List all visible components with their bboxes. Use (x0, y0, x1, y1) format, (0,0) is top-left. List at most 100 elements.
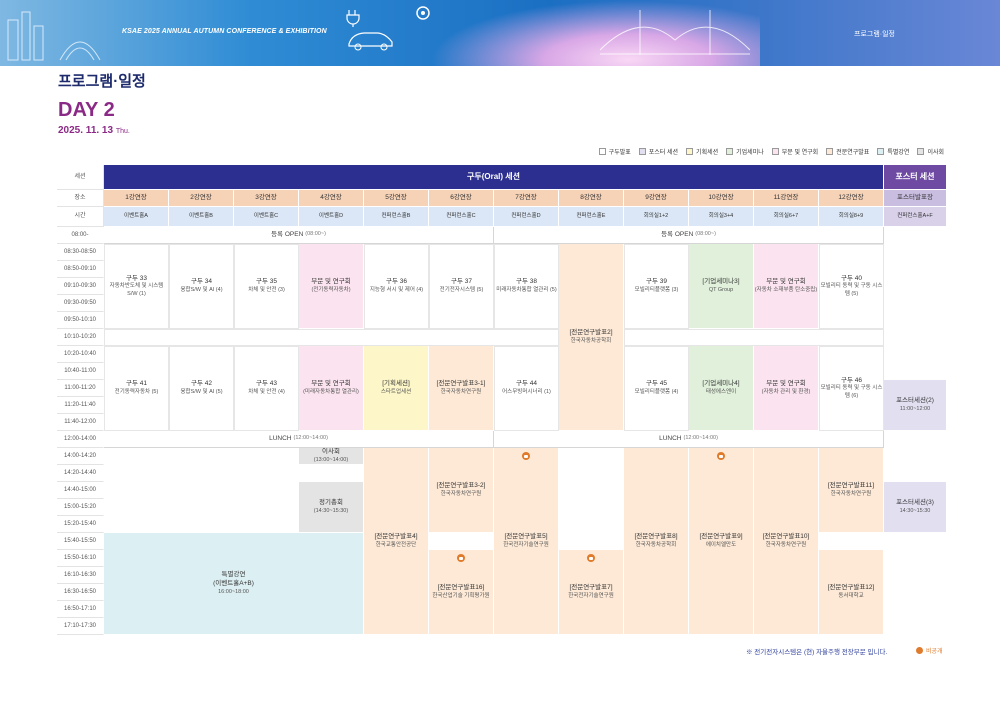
session-general-assembly[interactable]: 정기총회 (14:30~15:30) (299, 482, 364, 533)
legend-swatch (638, 148, 646, 155)
session-oral-37[interactable]: 구두 37 전기전자시스템 (5) (429, 244, 494, 329)
room-8: 8강연장 (559, 190, 624, 207)
session-research-3-1[interactable]: [전문연구발표3-1] 한국자동차연구원 (429, 346, 494, 431)
session-oral-45[interactable]: 구두 45 모빌리티플랫폼 (4) (624, 346, 689, 431)
session-oral-41[interactable]: 구두 41 전기동력자동차 (5) (104, 346, 169, 431)
session-oral-36[interactable]: 구두 36 지능형 서시 및 제어 (4) (364, 244, 429, 329)
session-research-12[interactable]: [전문연구발표12] 동서대학교 (819, 550, 884, 635)
session-corporate-4[interactable]: [기업세미나4] 태성에스엔이 (689, 346, 754, 431)
time-slot: 08:00- (57, 227, 104, 244)
session-research-16[interactable]: [전문연구발표16] 한국산업기술 기획평가원 (429, 550, 494, 635)
session-title: 구두 35 (256, 278, 277, 286)
session-planning[interactable]: [기획세션] 스타트업세션 (364, 346, 429, 431)
session-subtitle: 태성에스엔이 (705, 388, 737, 395)
venue-12: 회의실8+9 (819, 207, 884, 227)
session-division-ev[interactable]: 부문 및 연구회 (전기동력자동차) (299, 244, 364, 329)
session-title: 부문 및 연구회 (766, 379, 806, 387)
session-row-label: 세션 (57, 165, 104, 190)
poster-session-header: 포스터 세션 (884, 165, 947, 190)
session-subtitle: 한국자동차공학회 (635, 541, 677, 548)
session-oral-34[interactable]: 구두 34 융합S/W 및 AI (4) (169, 244, 234, 329)
session-oral-42[interactable]: 구두 42 융합S/W 및 AI (5) (169, 346, 234, 431)
breadcrumb[interactable]: 프로그램·일정 (854, 29, 895, 39)
venue-6: 컨퍼런스홀C (429, 207, 494, 227)
session-subtitle: 한국전자기술연구원 (568, 592, 614, 599)
room-5: 5강연장 (364, 190, 429, 207)
session-oral-40[interactable]: 구두 40 모빌리티 동력 및 구동 시스템 (5) (819, 244, 884, 329)
registration-time: (08:00~) (305, 231, 326, 238)
oral-session-header: 구두(Oral) 세션 (104, 165, 884, 190)
legend-label: 부문 및 연구회 (781, 150, 819, 156)
session-oral-35[interactable]: 구두 35 차체 및 안전 (3) (234, 244, 299, 329)
room-9: 9강연장 (624, 190, 689, 207)
private-legend: 비공개 (916, 646, 943, 655)
poster-venue: 컨퍼런스홀A+F (884, 207, 947, 227)
session-title: [전문연구발표3-1] (436, 379, 486, 387)
venue-10: 회의실3+4 (689, 207, 754, 227)
poster-session-2[interactable]: 포스터세션(2) 11:00~12:00 (884, 380, 947, 431)
session-subtitle: 어스무빙머시너리 (1) (502, 389, 551, 396)
session-division-materials[interactable]: 부문 및 연구회 (자동차 소재부품 탄소중립) (754, 244, 819, 329)
time-slot: 09:30-09:50 (57, 295, 104, 312)
session-research-5[interactable]: [전문연구발표5] 한국전자기술연구원 (494, 448, 559, 635)
session-research-4[interactable]: [전문연구발표4] 한국교통안전공단 (364, 448, 429, 635)
session-research-7[interactable]: [전문연구발표7] 한국전자기술연구원 (559, 550, 624, 635)
session-title: [전문연구발표9] (699, 532, 743, 540)
session-corporate-3[interactable]: [기업세미나3] QT Group (689, 244, 754, 329)
legend-item: 포스터 세션 (638, 147, 678, 156)
electric-car-icon (348, 32, 393, 51)
session-oral-46[interactable]: 구두 46 모빌리티 동력 및 구동 시스템 (6) (819, 346, 884, 431)
session-title: [전문연구발표3-2] (436, 481, 486, 489)
session-subtitle: 모빌리티 동력 및 구동 시스템 (5) (820, 283, 883, 297)
session-subtitle: 한국자동차연구원 (440, 490, 482, 497)
session-oral-44[interactable]: 구두 44 어스무빙머시너리 (1) (494, 346, 559, 431)
place-row-label: 장소 (57, 190, 104, 207)
session-subtitle: (자동차 소재부품 탄소중립) (754, 286, 818, 293)
session-subtitle: 융합S/W 및 AI (5) (180, 389, 223, 396)
session-research-10[interactable]: [전문연구발표10] 한국자동차연구원 (754, 448, 819, 635)
time-slot: 11:00-11:20 (57, 380, 104, 397)
session-oral-38[interactable]: 구두 38 미래자동차통합 열관리 (5) (494, 244, 559, 329)
session-board-meeting[interactable]: 이사회 (13:00~14:00) (299, 448, 364, 465)
session-research-11[interactable]: [전문연구발표11] 한국자동차연구원 (819, 448, 884, 533)
session-subtitle: 스타트업세션 (380, 388, 412, 395)
time-slot: 09:50-10:10 (57, 312, 104, 329)
session-title: 부문 및 연구회 (766, 277, 806, 285)
break-row-left (104, 329, 559, 346)
legend-item: 구두발표 (598, 147, 631, 156)
room-1: 1강연장 (104, 190, 169, 207)
session-oral-43[interactable]: 구두 43 차체 및 안전 (4) (234, 346, 299, 431)
session-research-2[interactable]: [전문연구발표2] 한국자동차공학회 (559, 244, 624, 431)
session-title: 구두 38 (516, 278, 537, 286)
session-subtitle: 에이치엘만도 (705, 541, 737, 548)
time-slot: 10:20-10:40 (57, 346, 104, 363)
afternoon-empty (104, 448, 299, 533)
time-slot: 15:20-15:40 (57, 516, 104, 533)
session-subtitle: 한국자동차연구원 (830, 490, 872, 497)
time-row-label: 시간 (57, 207, 104, 227)
session-research-8[interactable]: [전문연구발표8] 한국자동차공학회 (624, 448, 689, 635)
session-title: 이사회 (322, 448, 340, 455)
session-subtitle: (이벤트홀A+B) (213, 579, 254, 587)
registration-label: 등록 OPEN (271, 230, 304, 238)
legend-label: 구두발표 (608, 150, 631, 156)
session-oral-39[interactable]: 구두 39 모빌리티플랫폼 (3) (624, 244, 689, 329)
session-title: 특별강연 (221, 571, 246, 579)
session-research-3-2[interactable]: [전문연구발표3-2] 한국자동차연구원 (429, 448, 494, 533)
legend-swatch (726, 148, 734, 155)
poster-session-3[interactable]: 포스터세션(3) 14:30~15:30 (884, 482, 947, 533)
session-division-thermal[interactable]: 부문 및 연구회 (미래자동차통합 열관리) (299, 346, 364, 431)
session-research-9[interactable]: [전문연구발표9] 에이치엘만도 (689, 448, 754, 635)
session-subtitle: (미래자동차통합 열관리) (303, 388, 359, 395)
legend-item: 특별강연 (877, 147, 909, 156)
session-time: 16:00~18:00 (218, 588, 249, 595)
session-subtitle: 한국교통안전공단 (375, 541, 417, 548)
registration-time: (08:00~) (695, 231, 716, 238)
session-special-lecture[interactable]: 특별강연 (이벤트홀A+B) 16:00~18:00 (104, 533, 364, 635)
time-slot: 16:30-16:50 (57, 584, 104, 601)
lunch-band-left: LUNCH (12:00~14:00) (104, 431, 494, 448)
session-oral-33[interactable]: 구두 33 자동차반도체 및 시스템 S/W (1) (104, 244, 169, 329)
session-subtitle: 모빌리티플랫폼 (3) (634, 287, 679, 294)
session-division-environment[interactable]: 부문 및 연구회 (자동차 관리 및 환경) (754, 346, 819, 431)
footnote: ※ 전기전자시스템은 (현) 자율주행 전장부문 입니다. (746, 649, 888, 656)
